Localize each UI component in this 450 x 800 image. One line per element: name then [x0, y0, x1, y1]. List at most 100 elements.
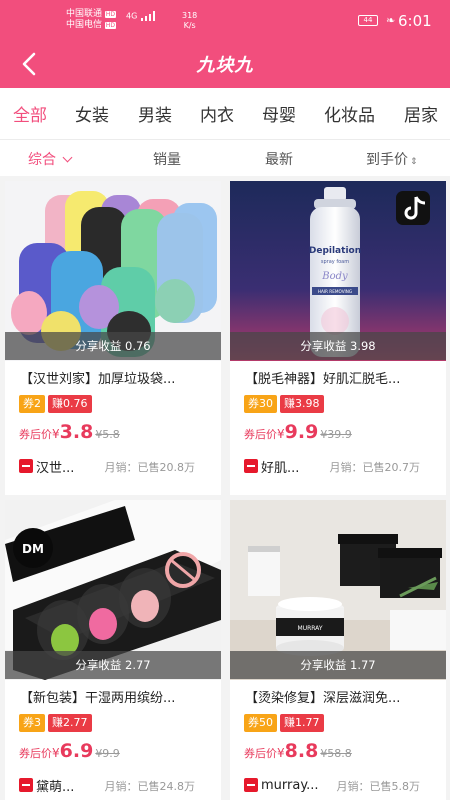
original-price: ¥39.9: [320, 428, 352, 441]
original-price: ¥9.9: [95, 747, 120, 760]
battery-icon: 44: [358, 15, 378, 26]
carrier-2: 中国电信: [66, 20, 103, 30]
shop-row: 好肌... 月销：已售20.7万: [244, 456, 440, 476]
category-tabs: 全部 女装 男装 内衣 母婴 化妆品 居家: [0, 88, 450, 140]
tmall-icon: [19, 458, 33, 473]
sort-bar: 综合 销量 最新 到手价 ⇕: [0, 140, 450, 176]
currency-symbol: ¥: [277, 746, 285, 760]
tmall-icon: [244, 458, 258, 473]
sort-sales[interactable]: 销量: [153, 149, 181, 169]
sort-comprehensive-label: 综合: [28, 152, 56, 168]
signal-label: 4G: [126, 11, 138, 21]
currency-symbol: ¥: [52, 746, 60, 760]
product-name: 【新包装】干湿两用缤纷...: [20, 691, 176, 706]
carrier-info: 中国联通 HD 中国电信 HD: [66, 9, 117, 31]
monthly-sales: 月销：已售20.7万: [329, 461, 421, 474]
currency-symbol: ¥: [52, 427, 60, 441]
shop-name: 汉世...: [36, 461, 75, 476]
currency-symbol: ¥: [277, 427, 285, 441]
product-4-brand: MURRAY: [298, 625, 323, 632]
sort-final-price-label: 到手价: [366, 152, 408, 168]
battery-level: 44: [363, 16, 373, 24]
shop-row: 汉世... 月销：已售20.8万: [19, 456, 215, 476]
share-earnings: 分享收益 2.77: [5, 651, 221, 679]
product-2-sub: spray foam: [321, 259, 349, 265]
tab-men[interactable]: 男装: [138, 101, 172, 126]
final-price: 3.8: [59, 421, 94, 443]
sort-updown-icon: ⇕: [410, 157, 418, 167]
share-earnings: 分享收益 1.77: [230, 651, 446, 679]
price-label: 券后价: [244, 428, 277, 441]
monthly-sales: 月销：已售5.8万: [336, 780, 421, 793]
shop-row: 黛萌... 月销：已售24.8万: [19, 775, 215, 795]
carrier-1: 中国联通: [66, 9, 103, 19]
product-card[interactable]: MURRAY 分享收益 1.77 【烫染修复】深层滋润免... 券50 赚1.77…: [230, 500, 446, 800]
leaf-icon: ❧: [386, 14, 396, 27]
final-price: 6.9: [59, 740, 94, 762]
tab-all[interactable]: 全部: [13, 101, 47, 126]
shop-name: murray...: [261, 778, 319, 793]
shop-name: 黛萌...: [36, 780, 75, 795]
price-row: 券后价¥6.9 ¥9.9: [19, 740, 120, 766]
earn-badge: 赚1.77: [280, 714, 324, 732]
sort-comprehensive[interactable]: 综合: [28, 149, 73, 169]
hd-badge-2: HD: [104, 22, 117, 29]
tmall-icon: [244, 777, 258, 792]
product-tags: 券50 赚1.77: [244, 714, 327, 732]
price-label: 券后价: [19, 428, 52, 441]
shop-name: 好肌...: [261, 461, 300, 476]
share-earnings: 分享收益 3.98: [230, 332, 446, 360]
network-speed: 318 K/s: [182, 11, 197, 31]
product-card[interactable]: Depilation spray foam Body HAIR REMOVING…: [230, 181, 446, 495]
original-price: ¥5.8: [95, 428, 120, 441]
product-tags: 券30 赚3.98: [244, 395, 327, 413]
product-card[interactable]: DM 分享收益 2.77 【新包装】干湿两用缤纷... 券3 赚2.77 券后价¥…: [5, 500, 221, 800]
price-row: 券后价¥3.8 ¥5.8: [19, 421, 120, 447]
coupon-badge: 券30: [244, 395, 277, 413]
product-2-band: HAIR REMOVING: [318, 289, 352, 294]
speed-unit: K/s: [183, 21, 196, 30]
price-row: 券后价¥8.8 ¥58.8: [244, 740, 352, 766]
coupon-badge: 券2: [19, 395, 45, 413]
monthly-sales: 月销：已售24.8万: [104, 780, 196, 793]
tmall-icon: [19, 777, 33, 792]
final-price: 8.8: [284, 740, 319, 762]
tab-underwear[interactable]: 内衣: [200, 101, 234, 126]
product-2-word: Body: [321, 271, 348, 282]
signal-icon: 4G: [126, 10, 158, 22]
hd-badge: HD: [104, 11, 117, 18]
share-earnings: 分享收益 0.76: [5, 332, 221, 360]
product-card[interactable]: 分享收益 0.76 【汉世刘家】加厚垃圾袋... 券2 赚0.76 券后价¥3.8…: [5, 181, 221, 495]
product-tags: 券2 赚0.76: [19, 395, 95, 413]
tab-women[interactable]: 女装: [75, 101, 109, 126]
product-2-brand: Depilation: [309, 246, 361, 256]
chevron-down-icon: [62, 152, 73, 163]
price-label: 券后价: [244, 747, 277, 760]
status-bar: 中国联通 HD 中国电信 HD 4G 318 K/s 44 ❧ 6:01: [0, 0, 450, 40]
earn-badge: 赚0.76: [48, 395, 92, 413]
earn-badge: 赚2.77: [48, 714, 92, 732]
final-price: 9.9: [284, 421, 319, 443]
tiktok-icon: [396, 191, 430, 225]
sort-newest[interactable]: 最新: [265, 149, 293, 169]
product-name: 【汉世刘家】加厚垃圾袋...: [20, 372, 176, 387]
product-name: 【脱毛神器】好肌汇脱毛...: [245, 372, 401, 387]
header: 九块九: [0, 40, 450, 88]
page-title: 九块九: [196, 55, 254, 76]
price-label: 券后价: [19, 747, 52, 760]
speed-value: 318: [182, 11, 198, 20]
clock: 6:01: [398, 12, 432, 30]
product-name: 【烫染修复】深层滋润免...: [245, 691, 401, 706]
coupon-badge: 券50: [244, 714, 277, 732]
tab-home[interactable]: 居家: [404, 101, 438, 126]
tab-baby[interactable]: 母婴: [262, 101, 296, 126]
product-tags: 券3 赚2.77: [19, 714, 95, 732]
original-price: ¥58.8: [320, 747, 352, 760]
coupon-badge: 券3: [19, 714, 45, 732]
earn-badge: 赚3.98: [280, 395, 324, 413]
shop-row: murray... 月销：已售5.8万: [244, 775, 440, 795]
tab-cosmetics[interactable]: 化妆品: [324, 101, 375, 126]
monthly-sales: 月销：已售20.8万: [104, 461, 196, 474]
sort-final-price[interactable]: 到手价 ⇕: [366, 149, 418, 169]
price-row: 券后价¥9.9 ¥39.9: [244, 421, 352, 447]
